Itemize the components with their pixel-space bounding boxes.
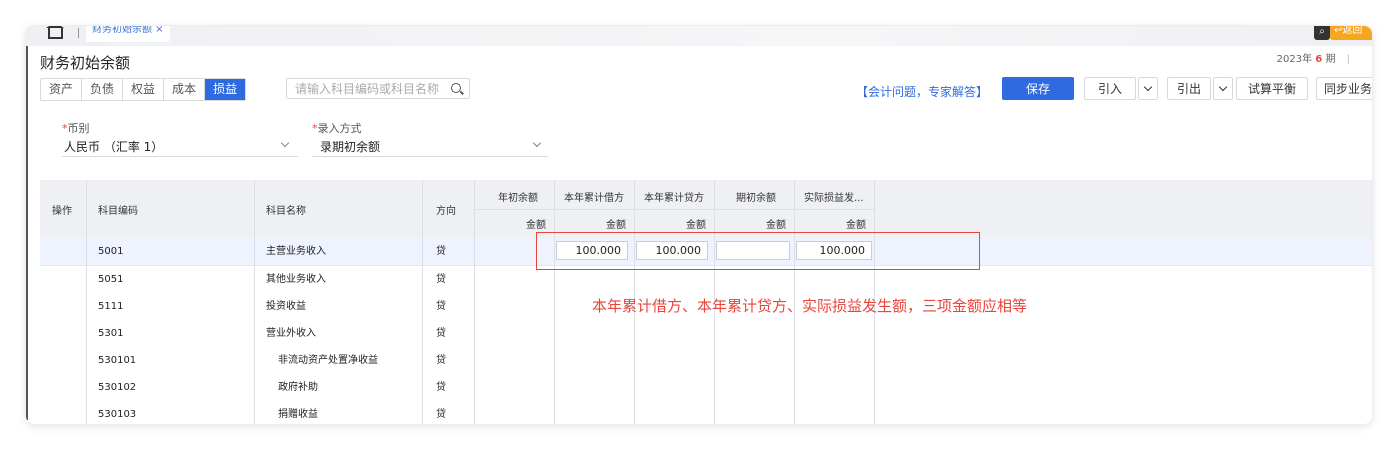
period-unit: 期: [1325, 54, 1336, 65]
tab-liabilities[interactable]: 负债: [82, 79, 124, 100]
cell-code: 530101: [98, 355, 137, 366]
cell-code: 5051: [98, 274, 124, 285]
search-icon[interactable]: [451, 83, 461, 93]
cell-direction: 贷: [436, 246, 446, 257]
col-amount: 金额: [846, 220, 866, 231]
export-button[interactable]: 引出: [1167, 77, 1211, 100]
header-divider: [474, 209, 874, 210]
entry-method-chevron-down-icon[interactable]: [532, 138, 542, 148]
column-divider: [554, 180, 555, 424]
column-divider: [422, 180, 423, 424]
cell-name: 其他业务收入: [266, 274, 326, 285]
col-operation: 操作: [52, 206, 72, 217]
annotation-highlight-box: [536, 232, 980, 270]
cell-name: 营业外收入: [266, 328, 316, 339]
col-subject-code: 科目编码: [98, 206, 138, 217]
annotation-note: 本年累计借方、本年累计贷方、实际损益发生额，三项金额应相等: [592, 297, 1028, 315]
col-amount: 金额: [526, 220, 546, 231]
currency-select[interactable]: [62, 156, 298, 157]
cell-name: 主营业务收入: [266, 246, 326, 257]
currency-chevron-down-icon[interactable]: [280, 138, 290, 148]
table-header: 操作 科目编码 科目名称 方向 年初余额 本年累计借方 本年累计贷方 期初余额 …: [40, 180, 1372, 238]
col-period-opening: 期初余额: [736, 193, 776, 204]
col-amount: 金额: [606, 220, 626, 231]
cell-direction: 贷: [436, 409, 446, 420]
home-icon[interactable]: [46, 26, 64, 39]
tab-equity[interactable]: 权益: [123, 79, 165, 100]
table-row[interactable]: 530101 非流动资产处置净收益 贷: [40, 347, 1372, 375]
col-direction: 方向: [436, 206, 456, 217]
period-indicator[interactable]: 2023年 6 期 |: [1277, 50, 1358, 65]
period-year: 2023年: [1276, 54, 1313, 65]
sync-business-button[interactable]: 同步业务: [1316, 77, 1372, 100]
cell-code: 5111: [98, 301, 124, 312]
tab-bar: 财务初始余额 × ⌕ ↩返回: [26, 26, 1372, 46]
entry-method-select-value[interactable]: 录期初余额: [320, 138, 380, 155]
currency-select-value[interactable]: 人民币 （汇率 1）: [64, 138, 163, 155]
cell-direction: 贷: [436, 355, 446, 366]
column-divider: [86, 180, 87, 424]
table-row[interactable]: 5301 营业外收入 贷: [40, 320, 1372, 348]
cell-name: 非流动资产处置净收益: [278, 355, 378, 366]
page-title: 财务初始余额: [40, 54, 131, 72]
cell-direction: 贷: [436, 274, 446, 285]
global-search-icon[interactable]: ⌕: [1314, 26, 1330, 40]
subject-search-input[interactable]: 请输入科目编码或科目名称: [286, 78, 470, 99]
tab-divider: [78, 28, 79, 38]
tab-cost[interactable]: 成本: [164, 79, 206, 100]
period-divider: |: [1346, 54, 1350, 65]
cell-name: 捐赠收益: [278, 409, 318, 420]
cell-code: 530102: [98, 382, 137, 393]
cell-name: 政府补助: [278, 382, 318, 393]
table-row[interactable]: 530102 政府补助 贷: [40, 374, 1372, 402]
table-row[interactable]: 5051 其他业务收入 贷: [40, 266, 1372, 294]
currency-label: *币别: [62, 122, 90, 135]
col-amount: 金额: [686, 220, 706, 231]
import-dropdown-chevron-icon[interactable]: [1138, 77, 1158, 100]
col-ytd-debit: 本年累计借方: [564, 193, 624, 204]
table-row[interactable]: 530103 捐赠收益 贷: [40, 401, 1372, 424]
cell-direction: 贷: [436, 382, 446, 393]
entry-method-label: *录入方式: [312, 122, 362, 135]
tab-financial-opening-balance[interactable]: 财务初始余额 ×: [86, 26, 170, 42]
expert-help-link[interactable]: 【会计问题，专家解答】: [856, 83, 988, 100]
search-placeholder: 请输入科目编码或科目名称: [295, 82, 440, 96]
cell-code: 530103: [98, 409, 137, 420]
filter-panel: *币别 人民币 （汇率 1） *录入方式 录期初余额: [40, 106, 1372, 181]
cell-name: 投资收益: [266, 301, 306, 312]
col-amount: 金额: [766, 220, 786, 231]
window-edge: [26, 40, 28, 420]
trial-balance-button[interactable]: 试算平衡: [1236, 77, 1308, 100]
cell-direction: 贷: [436, 328, 446, 339]
col-actual-pl: 实际损益发...: [804, 193, 864, 204]
export-dropdown-chevron-icon[interactable]: [1213, 77, 1233, 100]
column-divider: [474, 180, 475, 424]
col-opening-year: 年初余额: [498, 193, 538, 204]
entry-method-select[interactable]: [312, 156, 548, 157]
tab-profit-loss[interactable]: 损益: [205, 79, 246, 100]
cell-direction: 贷: [436, 301, 446, 312]
tab-assets[interactable]: 资产: [41, 79, 83, 100]
subject-category-tabs: 资产 负债 权益 成本 损益: [40, 78, 247, 101]
period-number: 6: [1315, 54, 1323, 65]
cell-code: 5001: [98, 246, 124, 257]
app-window: 财务初始余额 × ⌕ ↩返回 财务初始余额 2023年 6 期 | 资产 负债 …: [26, 26, 1372, 424]
return-button[interactable]: ↩返回: [1330, 26, 1372, 40]
save-button[interactable]: 保存: [1002, 77, 1074, 100]
col-subject-name: 科目名称: [266, 206, 306, 217]
column-divider: [254, 180, 255, 424]
cell-code: 5301: [98, 328, 124, 339]
col-ytd-credit: 本年累计贷方: [644, 193, 704, 204]
import-button[interactable]: 引入: [1084, 77, 1136, 100]
